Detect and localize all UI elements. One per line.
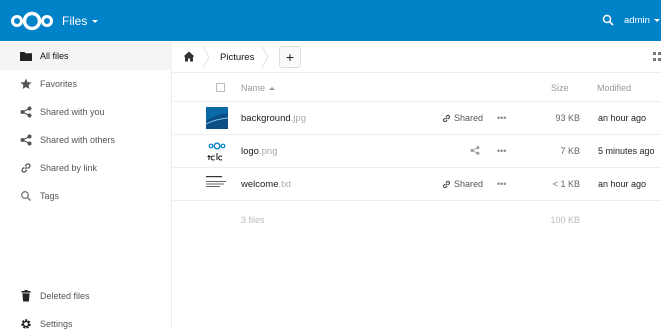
table-row[interactable]: welcome.txt Shared ••• < 1 KB an hour ag… — [173, 168, 661, 201]
file-modified: an hour ago — [598, 179, 647, 189]
new-file-button[interactable]: + — [279, 46, 301, 68]
chevron-right-icon — [261, 46, 269, 68]
file-thumbnail — [206, 140, 228, 162]
app-menu-button[interactable]: Files — [62, 14, 99, 28]
tag-search-icon — [20, 190, 32, 202]
user-menu[interactable]: admin — [624, 15, 660, 26]
sidebar-item-label: All files — [40, 51, 69, 61]
sidebar-item-label: Deleted files — [40, 291, 90, 301]
link-icon — [20, 162, 32, 174]
file-extension: .png — [258, 146, 278, 157]
chevron-right-icon — [202, 46, 210, 68]
file-size: < 1 KB — [552, 179, 580, 189]
share-icon — [20, 106, 32, 118]
file-size: 7 KB — [560, 146, 580, 156]
sidebar-item-label: Shared with others — [40, 135, 116, 145]
file-modified: 5 minutes ago — [598, 146, 655, 156]
summary-count: 3 files — [241, 215, 265, 225]
sidebar-item-deleted-files[interactable]: Deleted files — [0, 282, 172, 310]
grid-view-icon[interactable] — [653, 52, 661, 62]
sidebar-item-label: Favorites — [40, 79, 78, 89]
star-icon — [20, 78, 32, 90]
file-name[interactable]: logo.png — [241, 146, 277, 157]
column-header-size[interactable]: Size — [551, 83, 569, 93]
table-header: Name Size Modified — [173, 73, 661, 102]
sidebar-item-tags[interactable]: Tags — [0, 182, 172, 210]
file-extension: .jpg — [290, 113, 306, 124]
home-icon[interactable] — [183, 51, 195, 62]
caret-down-icon — [653, 19, 660, 22]
sidebar-item-shared-with-others[interactable]: Shared with others — [0, 126, 172, 154]
sidebar-item-shared-by-link[interactable]: Shared by link — [0, 154, 172, 182]
more-actions-button[interactable]: ••• — [497, 146, 506, 156]
sidebar-item-all-files[interactable]: All files — [0, 42, 172, 70]
file-basename: welcome — [241, 179, 279, 190]
more-actions-button[interactable]: ••• — [497, 113, 506, 123]
summary-size: 100 KB — [550, 215, 580, 225]
link-icon — [443, 114, 450, 122]
breadcrumb: Pictures + — [173, 41, 661, 73]
folder-icon — [20, 50, 32, 62]
user-name: admin — [624, 15, 650, 26]
app-header: Files admin — [0, 0, 661, 41]
sidebar-item-label: Shared with you — [40, 107, 105, 117]
select-all-checkbox[interactable] — [216, 83, 225, 92]
file-thumbnail — [206, 107, 228, 129]
share-button[interactable]: Shared — [442, 113, 483, 123]
column-header-name[interactable]: Name — [241, 83, 276, 93]
share-label: Shared — [454, 179, 484, 189]
sidebar-item-label: Shared by link — [40, 163, 98, 173]
file-name[interactable]: background.jpg — [241, 113, 306, 124]
sort-ascending-icon — [269, 86, 276, 90]
file-basename: background — [241, 113, 291, 124]
share-icon[interactable] — [470, 145, 480, 156]
file-summary: 3 files 100 KB — [173, 203, 661, 233]
link-icon — [443, 180, 450, 188]
share-label: Shared — [454, 113, 484, 123]
sidebar-item-label: Tags — [40, 191, 60, 201]
breadcrumb-item-pictures[interactable]: Pictures — [220, 52, 254, 63]
nextcloud-logo[interactable] — [10, 11, 54, 31]
caret-down-icon — [92, 19, 99, 23]
column-header-modified[interactable]: Modified — [597, 83, 631, 93]
app-navigation: All files Favorites Shared with you Shar… — [0, 41, 172, 329]
file-basename: logo — [241, 146, 259, 157]
file-name[interactable]: welcome.txt — [241, 179, 291, 190]
share-button[interactable]: Shared — [442, 179, 483, 189]
gear-icon — [20, 318, 32, 329]
table-row[interactable]: logo.png ••• 7 KB 5 minutes ago — [173, 135, 661, 168]
share-icon — [20, 134, 32, 146]
file-size: 93 KB — [555, 113, 580, 123]
table-row[interactable]: background.jpg Shared ••• 93 KB an hour … — [173, 102, 661, 135]
column-name-label: Name — [241, 83, 266, 93]
sidebar-item-shared-with-you[interactable]: Shared with you — [0, 98, 172, 126]
sidebar-item-settings[interactable]: Settings — [0, 310, 172, 329]
more-actions-button[interactable]: ••• — [497, 179, 506, 189]
file-extension: .txt — [278, 179, 292, 190]
search-icon[interactable] — [602, 14, 614, 26]
file-thumbnail — [206, 173, 228, 195]
sidebar-item-favorites[interactable]: Favorites — [0, 70, 172, 98]
trash-icon — [20, 290, 32, 302]
file-modified: an hour ago — [598, 113, 647, 123]
sidebar-item-label: Settings — [40, 319, 73, 329]
app-title: Files — [62, 14, 88, 28]
